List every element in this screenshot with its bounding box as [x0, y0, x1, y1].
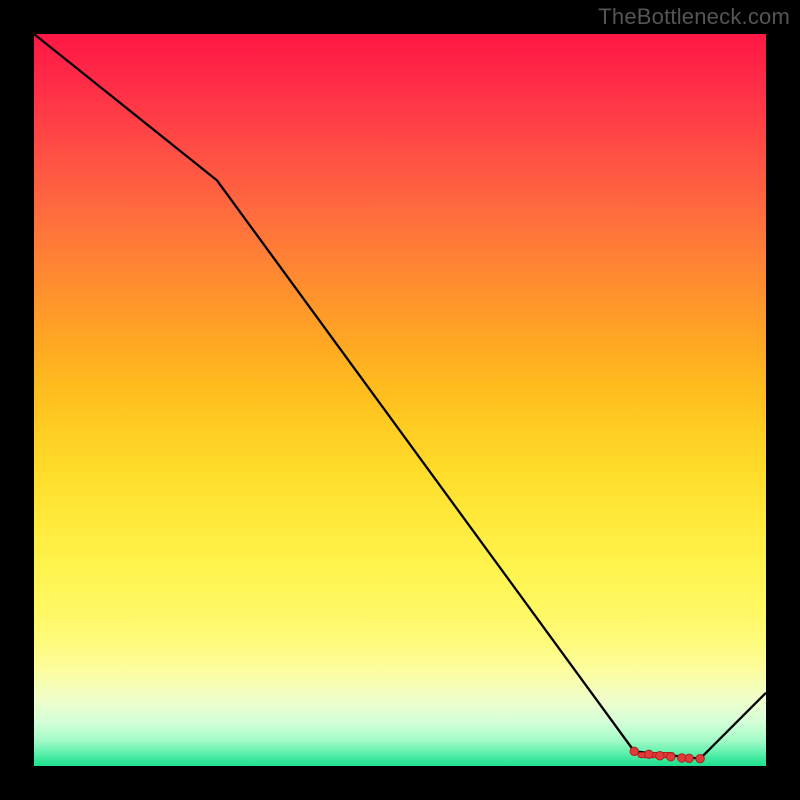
marker-dot [696, 754, 704, 762]
marker-dot [656, 752, 664, 760]
marker-dot [685, 754, 693, 762]
marker-dot [645, 750, 653, 758]
marker-dot [630, 747, 638, 755]
watermark-text: TheBottleneck.com [598, 4, 790, 30]
chart-frame: TheBottleneck.com [0, 0, 800, 800]
plot-area [34, 34, 766, 766]
marker-dot [667, 753, 675, 761]
data-line [34, 34, 766, 759]
chart-overlay [34, 34, 766, 766]
